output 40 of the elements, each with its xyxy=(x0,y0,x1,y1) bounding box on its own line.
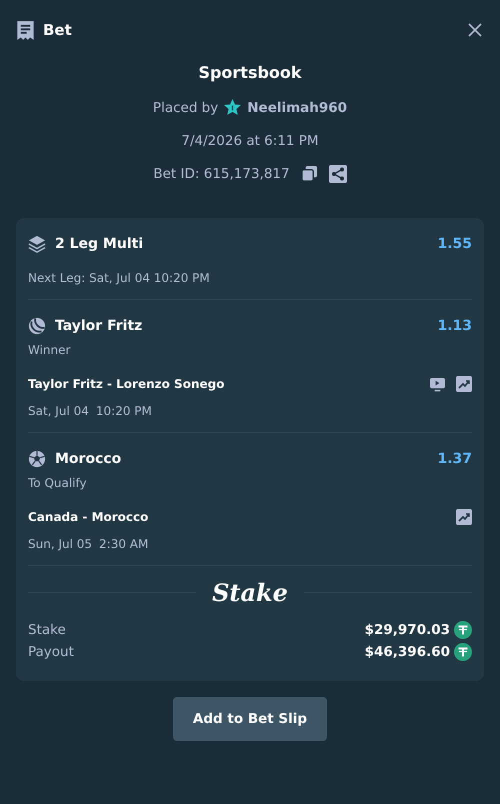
username-link[interactable]: Neelimah960 xyxy=(247,100,348,116)
stats-button[interactable] xyxy=(456,376,472,392)
soccer-ball-icon xyxy=(28,450,46,468)
event-name: Canada - Morocco xyxy=(28,510,150,524)
selection-name: Morocco xyxy=(55,451,122,467)
odds-value: 1.37 xyxy=(437,451,472,467)
placed-date: 7/4/2026 at 6:11 PM xyxy=(181,132,319,148)
total-label: Stake xyxy=(28,622,67,638)
next-leg-time: Next Leg: Sat, Jul 04 10:20 PM xyxy=(28,271,211,285)
brand-logo: Stake xyxy=(212,578,288,607)
event-time: 10:20 PM xyxy=(96,404,152,418)
star-icon xyxy=(223,98,242,117)
event-time: 2:30 AM xyxy=(99,537,148,551)
receipt-icon xyxy=(16,20,35,40)
total-label: Payout xyxy=(28,644,75,660)
share-button[interactable] xyxy=(328,164,347,182)
tennis-ball-icon xyxy=(28,317,46,335)
layers-icon xyxy=(28,235,46,253)
market-name: To Qualify xyxy=(28,476,88,490)
multi-title: 2 Leg Multi xyxy=(55,236,144,252)
modal-title: Bet xyxy=(43,21,73,39)
live-stream-button[interactable] xyxy=(429,376,446,392)
event-date: Sat, Jul 04 xyxy=(28,404,89,418)
odds-value: 1.55 xyxy=(437,236,472,252)
close-button[interactable] xyxy=(468,23,482,37)
odds-value: 1.13 xyxy=(437,318,472,334)
copy-button[interactable] xyxy=(300,165,318,182)
total-amount: $46,396.60 xyxy=(364,644,450,660)
total-amount: $29,970.03 xyxy=(364,622,450,638)
bet-id: Bet ID: 615,173,817 xyxy=(153,166,290,182)
sportsbook-title: Sportsbook xyxy=(198,63,302,84)
tether-coin-icon xyxy=(454,643,472,661)
selection-name: Taylor Fritz xyxy=(55,318,144,334)
event-date: Sun, Jul 05 xyxy=(28,537,92,551)
event-name: Taylor Fritz - Lorenzo Sonego xyxy=(28,377,226,391)
stats-button[interactable] xyxy=(456,509,472,525)
tether-coin-icon xyxy=(454,621,472,639)
add-to-bet-slip-button[interactable]: Add to Bet Slip xyxy=(172,697,328,741)
market-name: Winner xyxy=(28,343,72,357)
placed-by-label: Placed by xyxy=(152,100,218,116)
